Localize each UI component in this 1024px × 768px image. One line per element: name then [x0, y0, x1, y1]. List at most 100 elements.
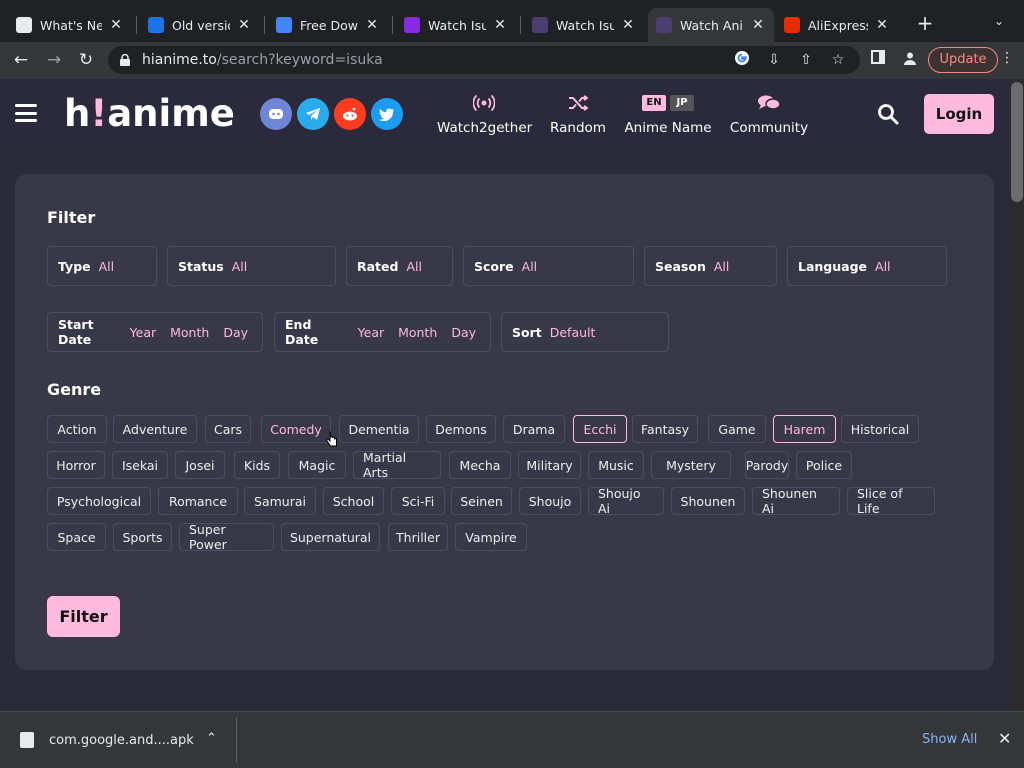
sort-filter[interactable]: Sort Default	[501, 312, 669, 352]
genre-chip[interactable]: Horror	[47, 451, 105, 479]
browser-tab[interactable]: Old version ✕	[140, 8, 260, 42]
login-button[interactable]: Login	[924, 94, 994, 134]
genre-chip[interactable]: School	[323, 487, 384, 515]
genre-chip[interactable]: Dementia	[339, 415, 419, 443]
google-icon[interactable]	[732, 50, 752, 70]
nav-community[interactable]: Community	[729, 92, 809, 136]
genre-chip[interactable]: Kids	[234, 451, 280, 479]
genre-chip[interactable]: Historical	[841, 415, 919, 443]
genre-chip[interactable]: Vampire	[455, 523, 527, 551]
start-year-select[interactable]: Year	[130, 325, 156, 340]
nav-watch2gether[interactable]: Watch2gether	[437, 92, 532, 136]
browser-tab[interactable]: Free Downl ✕	[268, 8, 388, 42]
genre-chip[interactable]: Cars	[205, 415, 251, 443]
tab-close-icon[interactable]: ✕	[364, 17, 380, 33]
reddit-icon[interactable]	[334, 98, 366, 130]
site-logo[interactable]: h!anime	[64, 92, 235, 135]
start-date-filter[interactable]: Start Date Year Month Day	[47, 312, 263, 352]
genre-chip[interactable]: Shoujo Ai	[588, 486, 664, 516]
genre-chip[interactable]: Military	[518, 451, 581, 479]
genre-chip[interactable]: Supernatural	[281, 523, 380, 551]
genre-chip[interactable]: Romance	[158, 487, 238, 515]
discord-icon[interactable]	[260, 98, 292, 130]
nav-random[interactable]: Random	[548, 92, 608, 136]
download-file-name[interactable]: com.google.and....apk	[49, 733, 194, 748]
genre-chip[interactable]: Shoujo	[519, 487, 581, 515]
genre-chip[interactable]: Parody	[745, 451, 789, 479]
end-year-select[interactable]: Year	[358, 325, 384, 340]
browser-tab[interactable]: Watch Isuc ✕	[524, 8, 644, 42]
tab-search-chevron-icon[interactable]: ⌄	[994, 14, 1004, 28]
scrollbar-thumb[interactable]	[1011, 82, 1023, 202]
start-month-select[interactable]: Month	[170, 325, 209, 340]
genre-chip[interactable]: Comedy	[261, 415, 331, 443]
genre-chip[interactable]: Martial Arts	[353, 450, 441, 480]
search-icon[interactable]	[877, 103, 899, 125]
genre-chip[interactable]: Isekai	[112, 451, 168, 479]
filter-season-select[interactable]: Season All	[644, 246, 777, 286]
tab-close-icon[interactable]: ✕	[236, 17, 252, 33]
genre-chip[interactable]: Shounen	[671, 487, 745, 515]
language-switch-icon[interactable]: EN JP	[624, 92, 712, 114]
profile-icon[interactable]	[900, 50, 920, 70]
bookmark-star-icon[interactable]: ☆	[828, 50, 848, 70]
show-all-downloads-link[interactable]: Show All	[922, 732, 977, 747]
filter-submit-button[interactable]: Filter	[47, 596, 120, 637]
browser-tab[interactable]: Watch Isuc ✕	[396, 8, 516, 42]
telegram-icon[interactable]	[297, 98, 329, 130]
genre-chip[interactable]: Magic	[288, 451, 346, 479]
end-day-select[interactable]: Day	[451, 325, 476, 340]
close-icon[interactable]: ✕	[998, 729, 1011, 748]
genre-chip[interactable]: Shounen Ai	[752, 486, 840, 516]
genre-chip[interactable]: Mystery	[651, 451, 731, 479]
update-button[interactable]: Update	[928, 47, 998, 73]
filter-score-select[interactable]: Score All	[463, 246, 634, 286]
genre-chip[interactable]: Sci-Fi	[391, 487, 445, 515]
share-icon[interactable]: ⇧	[796, 50, 816, 70]
genre-chip[interactable]: Sports	[113, 523, 172, 551]
more-options-icon[interactable]: ⋮	[1000, 50, 1014, 66]
tab-close-icon[interactable]: ✕	[620, 17, 636, 33]
genre-chip[interactable]: Game	[708, 415, 766, 443]
tab-close-icon[interactable]: ✕	[874, 17, 890, 33]
genre-chip[interactable]: Demons	[426, 415, 496, 443]
genre-chip[interactable]: Thriller	[388, 523, 448, 551]
genre-chip[interactable]: Fantasy	[632, 415, 698, 443]
install-app-icon[interactable]: ⇩	[764, 50, 784, 70]
filter-status-select[interactable]: Status All	[167, 246, 336, 286]
genre-chip[interactable]: Action	[47, 415, 107, 443]
twitter-icon[interactable]	[371, 98, 403, 130]
filter-type-select[interactable]: Type All	[47, 246, 157, 286]
new-tab-button[interactable]: +	[914, 12, 936, 34]
genre-chip[interactable]: Adventure	[113, 415, 197, 443]
browser-tab[interactable]: Watch Anim ✕	[648, 8, 774, 42]
browser-tab[interactable]: AliExpress ✕	[776, 8, 898, 42]
genre-chip[interactable]: Psychological	[47, 487, 151, 515]
tab-close-icon[interactable]: ✕	[750, 17, 766, 33]
genre-chip[interactable]: Harem	[773, 415, 836, 443]
tab-close-icon[interactable]: ✕	[492, 17, 508, 33]
forward-button[interactable]: →	[43, 49, 65, 71]
back-button[interactable]: ←	[10, 49, 32, 71]
lang-jp-toggle[interactable]: JP	[670, 95, 694, 111]
browser-tab[interactable]: What's New ✕	[8, 8, 132, 42]
genre-chip[interactable]: Slice of Life	[847, 486, 935, 516]
nav-anime-name[interactable]: EN JP Anime Name	[624, 92, 712, 136]
filter-language-select[interactable]: Language All	[787, 246, 947, 286]
end-date-filter[interactable]: End Date Year Month Day	[274, 312, 491, 352]
start-day-select[interactable]: Day	[223, 325, 248, 340]
lang-en-toggle[interactable]: EN	[642, 95, 666, 111]
genre-chip[interactable]: Samurai	[244, 487, 316, 515]
genre-chip[interactable]: Seinen	[451, 487, 512, 515]
genre-chip[interactable]: Police	[796, 451, 852, 479]
genre-chip[interactable]: Mecha	[449, 451, 511, 479]
genre-chip[interactable]: Space	[47, 523, 106, 551]
reload-button[interactable]: ↻	[75, 49, 97, 71]
filter-rated-select[interactable]: Rated All	[346, 246, 453, 286]
side-panel-icon[interactable]	[868, 50, 888, 70]
genre-chip[interactable]: Super Power	[179, 522, 274, 552]
hamburger-menu-icon[interactable]	[15, 104, 37, 122]
genre-chip[interactable]: Josei	[175, 451, 225, 479]
sort-value[interactable]: Default	[550, 325, 596, 340]
tab-close-icon[interactable]: ✕	[108, 17, 124, 33]
